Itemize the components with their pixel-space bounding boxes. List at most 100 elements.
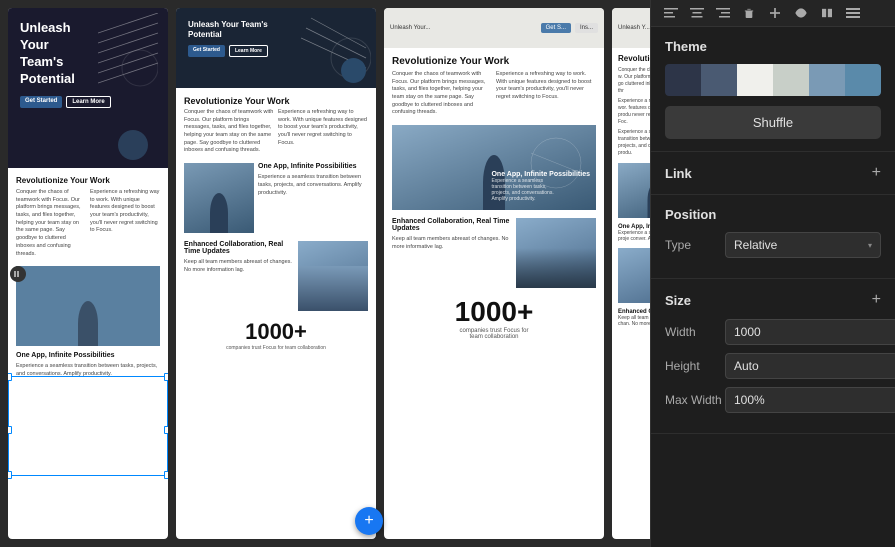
big-number-section-2: 1000+ companies trust Focus for team col… (184, 319, 368, 351)
link-row: Link + (665, 164, 881, 182)
width-row: Width Fixed ▾ (665, 319, 881, 345)
swatch-4[interactable] (773, 64, 809, 96)
type-value: Relative (734, 238, 777, 252)
swatch-5[interactable] (809, 64, 845, 96)
theme-header: Theme (665, 39, 881, 54)
dark-oval-1 (118, 130, 148, 160)
height-label: Height (665, 359, 725, 373)
handle-ml[interactable] (8, 426, 12, 434)
add-row-icon[interactable] (765, 6, 785, 20)
image-4b (618, 248, 650, 303)
enhanced-title-2: Enhanced Collaboration, Real Time Update… (184, 241, 294, 255)
topbar-btn1-3[interactable]: Get S... (541, 23, 571, 33)
handle-tr[interactable] (164, 373, 168, 381)
enhanced-desc-2: Keep all team members abreast of changes… (184, 259, 294, 274)
swatch-3[interactable] (737, 64, 773, 96)
topbar-label-3: Unleash Your... (390, 25, 537, 31)
image-4a (618, 163, 650, 218)
swatch-2[interactable] (701, 64, 737, 96)
col2-text-2: Experience a refreshing way to work. Wit… (278, 109, 368, 147)
big-number-sub-2: companies trust Focus for team collabora… (184, 345, 368, 351)
enhanced-4: Enhanced Colla... Keep all team memb abr… (618, 309, 650, 327)
section-text-3: Conquer the chaos of teamwork with Focus… (392, 71, 492, 117)
swatch-1[interactable] (665, 64, 701, 96)
app-label-3: One App, Infinite Possibilities Experien… (491, 171, 590, 202)
width-input[interactable] (725, 319, 895, 345)
height-input[interactable] (725, 353, 895, 379)
handle-mr[interactable] (164, 426, 168, 434)
size-plus[interactable]: + (872, 291, 881, 309)
type-select[interactable]: Relative ▾ (725, 232, 881, 258)
get-started-btn-2[interactable]: Get Started (188, 45, 225, 57)
col1-1: Conquer the chaos of teamwork with Focus… (16, 189, 86, 258)
geo-decoration-1 (98, 13, 158, 93)
learn-more-btn-2[interactable]: Learn More (229, 45, 268, 57)
two-col-1: Conquer the chaos of teamwork with Focus… (16, 189, 160, 258)
section-text-4c: Experience a seamless transition between… (618, 129, 650, 157)
card-body-4: Revolutionize... Conquer the chaos of te… (612, 48, 650, 333)
hero-title-2: Unleash Your Team's Potential (188, 20, 278, 39)
col2-text-3: Experience a refreshing way to work. Wit… (496, 71, 596, 102)
col1-3: Conquer the chaos of teamwork with Focus… (392, 71, 492, 117)
section-title-1: Revolutionize Your Work (16, 176, 160, 185)
split-icon[interactable] (817, 6, 837, 20)
hero-title-1: Unleash Your Team's Potential (20, 20, 90, 88)
card-hero-2: Unleash Your Team's Potential Get Starte… (176, 8, 376, 88)
link-plus[interactable]: + (872, 164, 881, 182)
preview-card-1[interactable]: Unleash Your Team's Potential Get Starte… (8, 8, 168, 539)
bottom-title-1: One App, Infinite Possibilities (16, 352, 160, 359)
delete-icon[interactable] (739, 6, 759, 20)
visibility-icon[interactable] (791, 6, 811, 20)
theme-palette[interactable] (665, 64, 881, 96)
section-title-4: Revolutionize... (618, 54, 650, 63)
page-indicator (10, 266, 26, 282)
max-width-input[interactable] (725, 387, 895, 413)
learn-more-btn-1[interactable]: Learn More (66, 96, 110, 108)
handle-tl[interactable] (8, 373, 12, 381)
hero-buttons-1: Get Started Learn More (20, 96, 156, 108)
preview-card-3[interactable]: Unleash Your... Get S... Ins... Revoluti… (384, 8, 604, 539)
overflow-icon[interactable] (843, 6, 863, 20)
app-desc-2: Experience a seamless transition between… (258, 174, 368, 197)
big-number-sub-3: companies trust Focus forteam collaborat… (392, 328, 596, 340)
selection-overlay-1 (8, 376, 168, 476)
person-image-1 (78, 301, 98, 346)
col2-3: Experience a refreshing way to work. Wit… (496, 71, 596, 117)
enhanced-text-2: Enhanced Collaboration, Real Time Update… (184, 241, 294, 311)
section-text-4b: Experience a refreshing way to wor. feat… (618, 98, 650, 126)
preview-card-4: Unleash Y... Revolutionize... Conquer th… (612, 8, 650, 539)
card-topbar-3: Unleash Your... Get S... Ins... (384, 8, 604, 48)
max-width-row: Max Width Rel ▾ (665, 387, 881, 413)
big-number-section-3: 1000+ companies trust Focus forteam coll… (392, 296, 596, 340)
get-started-btn-1[interactable]: Get Started (20, 96, 62, 108)
align-center-icon[interactable] (687, 6, 707, 20)
link-title: Link (665, 166, 692, 181)
city-skyline-2 (298, 266, 368, 311)
theme-section: Theme Shuffle (651, 27, 895, 152)
two-col-2: Conquer the chaos of teamwork with Focus… (184, 109, 368, 155)
card-body-1: Revolutionize Your Work Conquer the chao… (8, 168, 168, 387)
card-topbar-4: Unleash Y... (612, 8, 650, 48)
handle-br[interactable] (164, 471, 168, 479)
type-row: Type Relative ▾ (665, 232, 881, 258)
two-col-3: Conquer the chaos of teamwork with Focus… (392, 71, 596, 117)
enhanced-text-3: Enhanced Collaboration, Real Time Update… (392, 218, 510, 288)
enhanced-text-4: Keep all team memb abreast of chan. No m… (618, 315, 650, 327)
enhanced-title-3: Enhanced Collaboration, Real Time Update… (392, 218, 510, 232)
topbar-btn2-3[interactable]: Ins... (575, 23, 598, 33)
col2-2: Experience a refreshing way to work. Wit… (278, 109, 368, 155)
align-left-icon[interactable] (661, 6, 681, 20)
topbar-label-4: Unleash Y... (618, 25, 650, 31)
type-label: Type (665, 238, 725, 252)
swatch-6[interactable] (845, 64, 881, 96)
city-image-3 (516, 218, 596, 288)
add-button[interactable]: + (355, 507, 383, 535)
link-section: Link + (651, 152, 895, 195)
section-text-4: Conquer the chaos of teamwork w. Our pla… (618, 67, 650, 95)
col2-1: Experience a refreshing way to work. Wit… (90, 189, 160, 258)
align-right-icon[interactable] (713, 6, 733, 20)
preview-card-2[interactable]: Unleash Your Team's Potential Get Starte… (176, 8, 376, 539)
handle-bl[interactable] (8, 471, 12, 479)
type-chevron: ▾ (868, 241, 872, 250)
shuffle-button[interactable]: Shuffle (665, 106, 881, 139)
